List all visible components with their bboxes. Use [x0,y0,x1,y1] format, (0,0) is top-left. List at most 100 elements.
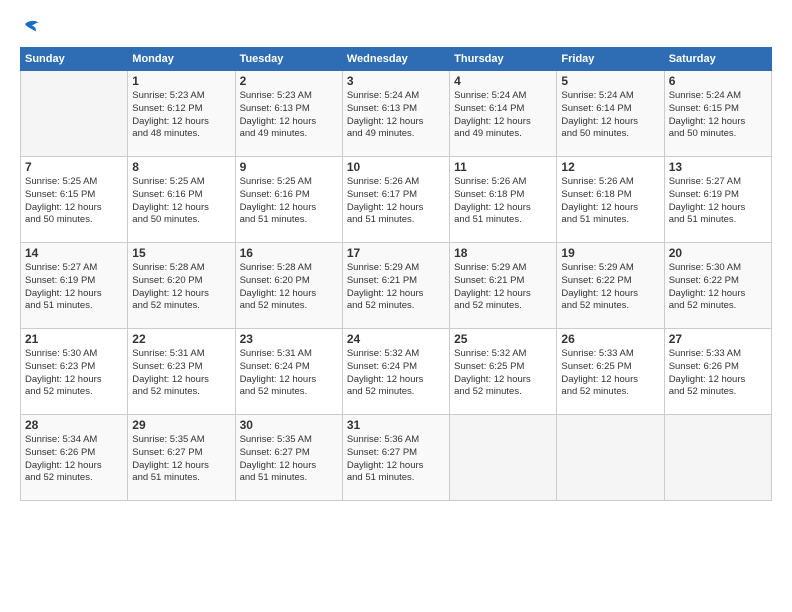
day-detail: Sunrise: 5:27 AMSunset: 6:19 PMDaylight:… [669,176,767,227]
calendar-week-row: 1 Sunrise: 5:23 AMSunset: 6:12 PMDaylight… [21,71,772,157]
day-number: 30 [240,418,338,432]
calendar-cell: 30 Sunrise: 5:35 AMSunset: 6:27 PMDayligh… [235,415,342,501]
day-detail: Sunrise: 5:33 AMSunset: 6:26 PMDaylight:… [669,348,767,399]
day-detail: Sunrise: 5:23 AMSunset: 6:13 PMDaylight:… [240,90,338,141]
day-detail: Sunrise: 5:31 AMSunset: 6:23 PMDaylight:… [132,348,230,399]
day-number: 31 [347,418,445,432]
day-detail: Sunrise: 5:28 AMSunset: 6:20 PMDaylight:… [240,262,338,313]
day-detail: Sunrise: 5:32 AMSunset: 6:24 PMDaylight:… [347,348,445,399]
day-number: 8 [132,160,230,174]
page-header [20,18,772,37]
day-detail: Sunrise: 5:30 AMSunset: 6:23 PMDaylight:… [25,348,123,399]
calendar-cell: 22 Sunrise: 5:31 AMSunset: 6:23 PMDayligh… [128,329,235,415]
day-number: 15 [132,246,230,260]
calendar-body: 1 Sunrise: 5:23 AMSunset: 6:12 PMDaylight… [21,71,772,501]
day-number: 11 [454,160,552,174]
calendar-cell: 23 Sunrise: 5:31 AMSunset: 6:24 PMDayligh… [235,329,342,415]
calendar-cell: 21 Sunrise: 5:30 AMSunset: 6:23 PMDayligh… [21,329,128,415]
calendar-cell [557,415,664,501]
day-detail: Sunrise: 5:24 AMSunset: 6:13 PMDaylight:… [347,90,445,141]
day-detail: Sunrise: 5:25 AMSunset: 6:15 PMDaylight:… [25,176,123,227]
calendar-week-row: 7 Sunrise: 5:25 AMSunset: 6:15 PMDaylight… [21,157,772,243]
calendar-cell: 19 Sunrise: 5:29 AMSunset: 6:22 PMDayligh… [557,243,664,329]
day-number: 19 [561,246,659,260]
day-detail: Sunrise: 5:29 AMSunset: 6:21 PMDaylight:… [454,262,552,313]
calendar-cell: 6 Sunrise: 5:24 AMSunset: 6:15 PMDaylight… [664,71,771,157]
calendar-cell: 8Sunrise: 5:25 AMSunset: 6:16 PMDaylight… [128,157,235,243]
day-number: 9 [240,160,338,174]
calendar-cell: 1 Sunrise: 5:23 AMSunset: 6:12 PMDaylight… [128,71,235,157]
calendar-week-row: 21 Sunrise: 5:30 AMSunset: 6:23 PMDayligh… [21,329,772,415]
calendar-cell: 28Sunrise: 5:34 AMSunset: 6:26 PMDayligh… [21,415,128,501]
calendar-cell: 20 Sunrise: 5:30 AMSunset: 6:22 PMDayligh… [664,243,771,329]
calendar-cell [450,415,557,501]
day-number: 7 [25,160,123,174]
day-number: 18 [454,246,552,260]
day-detail: Sunrise: 5:34 AMSunset: 6:26 PMDaylight:… [25,434,123,485]
calendar-cell: 29Sunrise: 5:35 AMSunset: 6:27 PMDayligh… [128,415,235,501]
day-of-week-header: Wednesday [342,48,449,71]
calendar-cell: 18 Sunrise: 5:29 AMSunset: 6:21 PMDayligh… [450,243,557,329]
day-number: 4 [454,74,552,88]
day-number: 21 [25,332,123,346]
day-detail: Sunrise: 5:33 AMSunset: 6:25 PMDaylight:… [561,348,659,399]
calendar-cell: 9 Sunrise: 5:25 AMSunset: 6:16 PMDaylight… [235,157,342,243]
day-number: 3 [347,74,445,88]
day-detail: Sunrise: 5:28 AMSunset: 6:20 PMDaylight:… [132,262,230,313]
calendar-week-row: 14Sunrise: 5:27 AMSunset: 6:19 PMDayligh… [21,243,772,329]
day-number: 5 [561,74,659,88]
calendar-cell: 25 Sunrise: 5:32 AMSunset: 6:25 PMDayligh… [450,329,557,415]
day-number: 6 [669,74,767,88]
calendar-cell: 7 Sunrise: 5:25 AMSunset: 6:15 PMDaylight… [21,157,128,243]
day-of-week-header: Sunday [21,48,128,71]
logo [20,18,40,37]
day-detail: Sunrise: 5:26 AMSunset: 6:18 PMDaylight:… [561,176,659,227]
calendar-cell: 26 Sunrise: 5:33 AMSunset: 6:25 PMDayligh… [557,329,664,415]
day-number: 25 [454,332,552,346]
day-detail: Sunrise: 5:23 AMSunset: 6:12 PMDaylight:… [132,90,230,141]
day-detail: Sunrise: 5:27 AMSunset: 6:19 PMDaylight:… [25,262,123,313]
calendar-cell: 24 Sunrise: 5:32 AMSunset: 6:24 PMDayligh… [342,329,449,415]
day-detail: Sunrise: 5:35 AMSunset: 6:27 PMDaylight:… [240,434,338,485]
day-detail: Sunrise: 5:26 AMSunset: 6:18 PMDaylight:… [454,176,552,227]
day-number: 20 [669,246,767,260]
day-detail: Sunrise: 5:31 AMSunset: 6:24 PMDaylight:… [240,348,338,399]
day-detail: Sunrise: 5:26 AMSunset: 6:17 PMDaylight:… [347,176,445,227]
day-of-week-header: Thursday [450,48,557,71]
day-detail: Sunrise: 5:25 AMSunset: 6:16 PMDaylight:… [240,176,338,227]
calendar-cell: 14Sunrise: 5:27 AMSunset: 6:19 PMDayligh… [21,243,128,329]
day-number: 26 [561,332,659,346]
calendar-cell: 10 Sunrise: 5:26 AMSunset: 6:17 PMDayligh… [342,157,449,243]
day-detail: Sunrise: 5:29 AMSunset: 6:21 PMDaylight:… [347,262,445,313]
day-number: 1 [132,74,230,88]
day-number: 2 [240,74,338,88]
day-detail: Sunrise: 5:24 AMSunset: 6:15 PMDaylight:… [669,90,767,141]
day-number: 29 [132,418,230,432]
calendar-cell: 3 Sunrise: 5:24 AMSunset: 6:13 PMDaylight… [342,71,449,157]
calendar-cell: 16 Sunrise: 5:28 AMSunset: 6:20 PMDayligh… [235,243,342,329]
logo-bird-icon [22,18,40,36]
day-of-week-header: Tuesday [235,48,342,71]
day-detail: Sunrise: 5:36 AMSunset: 6:27 PMDaylight:… [347,434,445,485]
day-detail: Sunrise: 5:29 AMSunset: 6:22 PMDaylight:… [561,262,659,313]
day-number: 12 [561,160,659,174]
day-number: 27 [669,332,767,346]
calendar-cell: 13 Sunrise: 5:27 AMSunset: 6:19 PMDayligh… [664,157,771,243]
calendar-cell: 17 Sunrise: 5:29 AMSunset: 6:21 PMDayligh… [342,243,449,329]
calendar-cell: 5Sunrise: 5:24 AMSunset: 6:14 PMDaylight… [557,71,664,157]
days-of-week-row: SundayMondayTuesdayWednesdayThursdayFrid… [21,48,772,71]
day-number: 24 [347,332,445,346]
day-number: 17 [347,246,445,260]
day-number: 16 [240,246,338,260]
day-of-week-header: Monday [128,48,235,71]
day-detail: Sunrise: 5:32 AMSunset: 6:25 PMDaylight:… [454,348,552,399]
day-detail: Sunrise: 5:30 AMSunset: 6:22 PMDaylight:… [669,262,767,313]
day-number: 13 [669,160,767,174]
day-number: 10 [347,160,445,174]
calendar-cell: 12 Sunrise: 5:26 AMSunset: 6:18 PMDayligh… [557,157,664,243]
day-number: 22 [132,332,230,346]
day-number: 23 [240,332,338,346]
calendar-cell: 11 Sunrise: 5:26 AMSunset: 6:18 PMDayligh… [450,157,557,243]
day-detail: Sunrise: 5:24 AMSunset: 6:14 PMDaylight:… [454,90,552,141]
calendar-table: SundayMondayTuesdayWednesdayThursdayFrid… [20,47,772,501]
